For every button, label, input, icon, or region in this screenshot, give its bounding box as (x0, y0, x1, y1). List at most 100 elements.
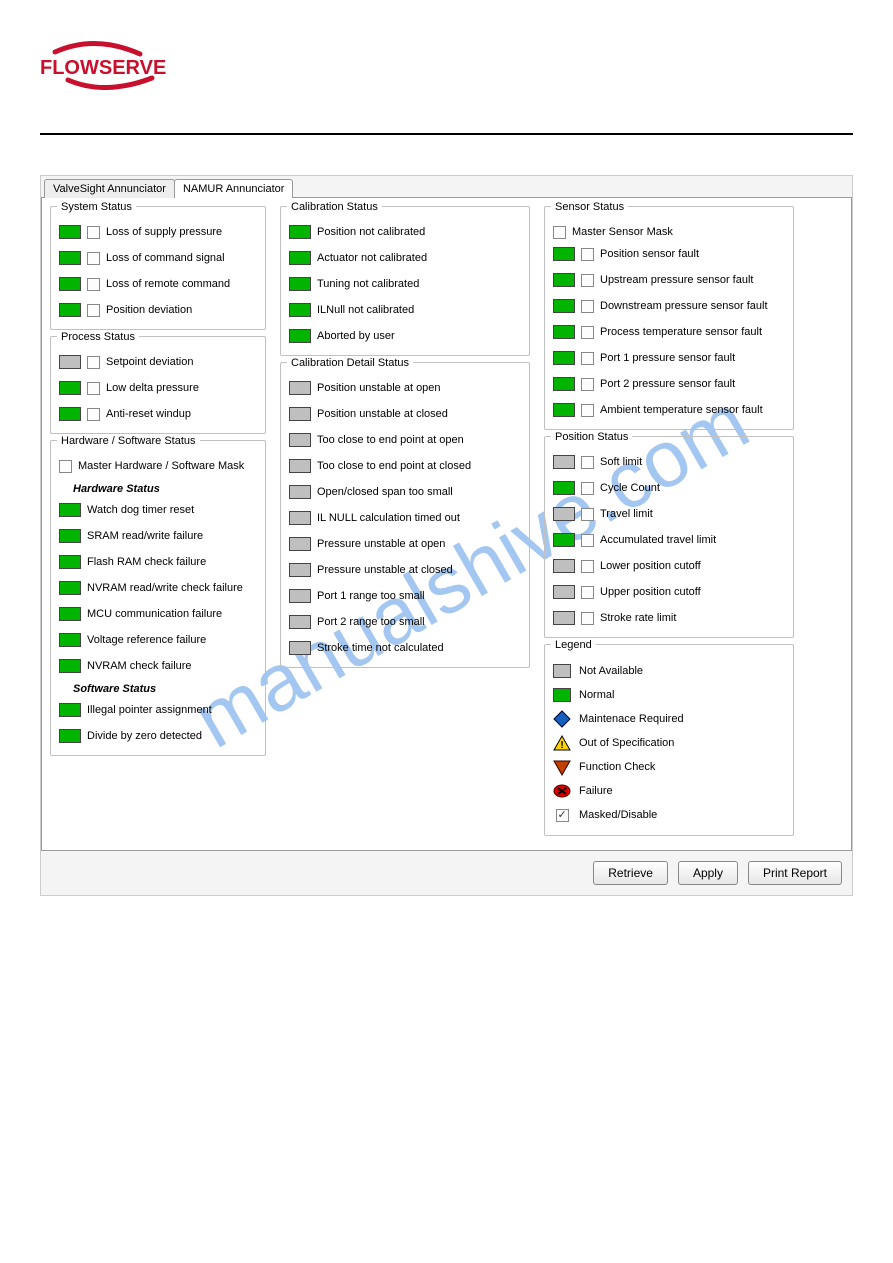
group-position-status: Position Status Soft limitCycle CountTra… (544, 436, 794, 638)
group-sensor-status: Sensor Status Master Sensor Mask Positio… (544, 206, 794, 430)
status-label: Tuning not calibrated (317, 278, 419, 290)
mask-checkbox[interactable] (581, 352, 594, 365)
status-swatch (553, 611, 575, 625)
status-row: Loss of supply pressure (59, 221, 257, 243)
status-label: Too close to end point at open (317, 434, 464, 446)
status-label: Voltage reference failure (87, 634, 206, 646)
mask-checkbox[interactable] (87, 304, 100, 317)
mask-checkbox[interactable] (581, 534, 594, 547)
status-swatch (289, 225, 311, 239)
mask-checkbox[interactable] (581, 300, 594, 313)
status-row: Travel limit (553, 503, 785, 525)
status-row: Loss of remote command (59, 273, 257, 295)
status-label: Pressure unstable at closed (317, 564, 453, 576)
mask-checkbox[interactable] (581, 326, 594, 339)
group-title: Sensor Status (551, 201, 628, 213)
legend-label: Maintenace Required (579, 713, 684, 725)
status-label: Flash RAM check failure (87, 556, 206, 568)
status-label: NVRAM read/write check failure (87, 582, 243, 594)
retrieve-button[interactable]: Retrieve (593, 861, 668, 885)
status-swatch (59, 633, 81, 647)
print-button[interactable]: Print Report (748, 861, 842, 885)
status-label: Process temperature sensor fault (600, 326, 762, 338)
group-title: Position Status (551, 431, 632, 443)
status-label: IL NULL calculation timed out (317, 512, 460, 524)
mask-checkbox[interactable] (581, 456, 594, 469)
status-row: Upper position cutoff (553, 581, 785, 603)
legend-label: Function Check (579, 761, 655, 773)
status-row: Divide by zero detected (59, 725, 257, 747)
failure-icon (553, 782, 571, 800)
status-label: Loss of command signal (106, 252, 225, 264)
app-window: ValveSight Annunciator NAMUR Annunciator… (40, 175, 853, 896)
brand-logo: FLOWSERVE (40, 40, 853, 93)
status-swatch (289, 303, 311, 317)
status-label: Setpoint deviation (106, 356, 193, 368)
status-swatch (553, 299, 575, 313)
tab-bar: ValveSight Annunciator NAMUR Annunciator (41, 176, 852, 198)
status-swatch (59, 503, 81, 517)
mask-checkbox[interactable] (581, 248, 594, 261)
mask-checkbox[interactable] (87, 278, 100, 291)
status-row: Actuator not calibrated (289, 247, 521, 269)
group-legend: Legend Not AvailableNormalMaintenace Req… (544, 644, 794, 836)
status-row: Low delta pressure (59, 377, 257, 399)
group-title: System Status (57, 201, 136, 213)
status-swatch (553, 351, 575, 365)
mask-checkbox[interactable] (581, 404, 594, 417)
status-row: Tuning not calibrated (289, 273, 521, 295)
master-sensor-mask-label: Master Sensor Mask (572, 226, 673, 238)
status-swatch (59, 277, 81, 291)
mask-checkbox[interactable] (87, 252, 100, 265)
status-swatch (289, 485, 311, 499)
group-title: Legend (551, 639, 596, 651)
status-label: Position unstable at closed (317, 408, 448, 420)
master-sensor-mask-checkbox[interactable] (553, 226, 566, 239)
svg-text:FLOWSERVE: FLOWSERVE (40, 57, 166, 79)
group-calibration-status: Calibration Status Position not calibrat… (280, 206, 530, 356)
maintenance-icon (553, 710, 571, 728)
status-label: Accumulated travel limit (600, 534, 716, 546)
mask-checkbox[interactable] (87, 356, 100, 369)
mask-checkbox[interactable] (581, 508, 594, 521)
status-label: Port 1 range too small (317, 590, 425, 602)
status-label: Stroke rate limit (600, 612, 676, 624)
hardware-status-heading: Hardware Status (73, 483, 257, 495)
status-swatch (553, 325, 575, 339)
status-swatch (59, 703, 81, 717)
mask-checkbox[interactable] (87, 408, 100, 421)
status-row: Setpoint deviation (59, 351, 257, 373)
status-row: SRAM read/write failure (59, 525, 257, 547)
legend-row: Maintenace Required (553, 707, 785, 731)
master-hw-sw-mask-checkbox[interactable] (59, 460, 72, 473)
mask-checkbox[interactable] (87, 382, 100, 395)
mask-checkbox[interactable] (581, 586, 594, 599)
status-label: Lower position cutoff (600, 560, 701, 572)
status-row: Cycle Count (553, 477, 785, 499)
legend-label: Failure (579, 785, 613, 797)
tab-valvesight[interactable]: ValveSight Annunciator (44, 179, 175, 198)
mask-checkbox[interactable] (581, 560, 594, 573)
mask-checkbox[interactable] (581, 612, 594, 625)
mask-checkbox[interactable] (87, 226, 100, 239)
mask-checkbox[interactable] (581, 378, 594, 391)
apply-button[interactable]: Apply (678, 861, 738, 885)
status-row: Ambient temperature sensor fault (553, 399, 785, 421)
group-title: Calibration Status (287, 201, 382, 213)
status-swatch (289, 433, 311, 447)
status-row: Stroke time not calculated (289, 637, 521, 659)
sensor-status-list: Position sensor faultUpstream pressure s… (553, 243, 785, 421)
master-hw-sw-mask-label: Master Hardware / Software Mask (78, 460, 244, 472)
tab-namur[interactable]: NAMUR Annunciator (174, 179, 294, 198)
group-calibration-detail: Calibration Detail Status Position unsta… (280, 362, 530, 668)
status-label: Too close to end point at closed (317, 460, 471, 472)
status-row: IL NULL calculation timed out (289, 507, 521, 529)
status-row: Flash RAM check failure (59, 551, 257, 573)
legend-row: Failure (553, 779, 785, 803)
group-title: Hardware / Software Status (57, 435, 200, 447)
process-status-list: Setpoint deviationLow delta pressureAnti… (59, 351, 257, 425)
mask-checkbox[interactable] (581, 482, 594, 495)
status-label: ILNull not calibrated (317, 304, 414, 316)
status-swatch (59, 607, 81, 621)
mask-checkbox[interactable] (581, 274, 594, 287)
